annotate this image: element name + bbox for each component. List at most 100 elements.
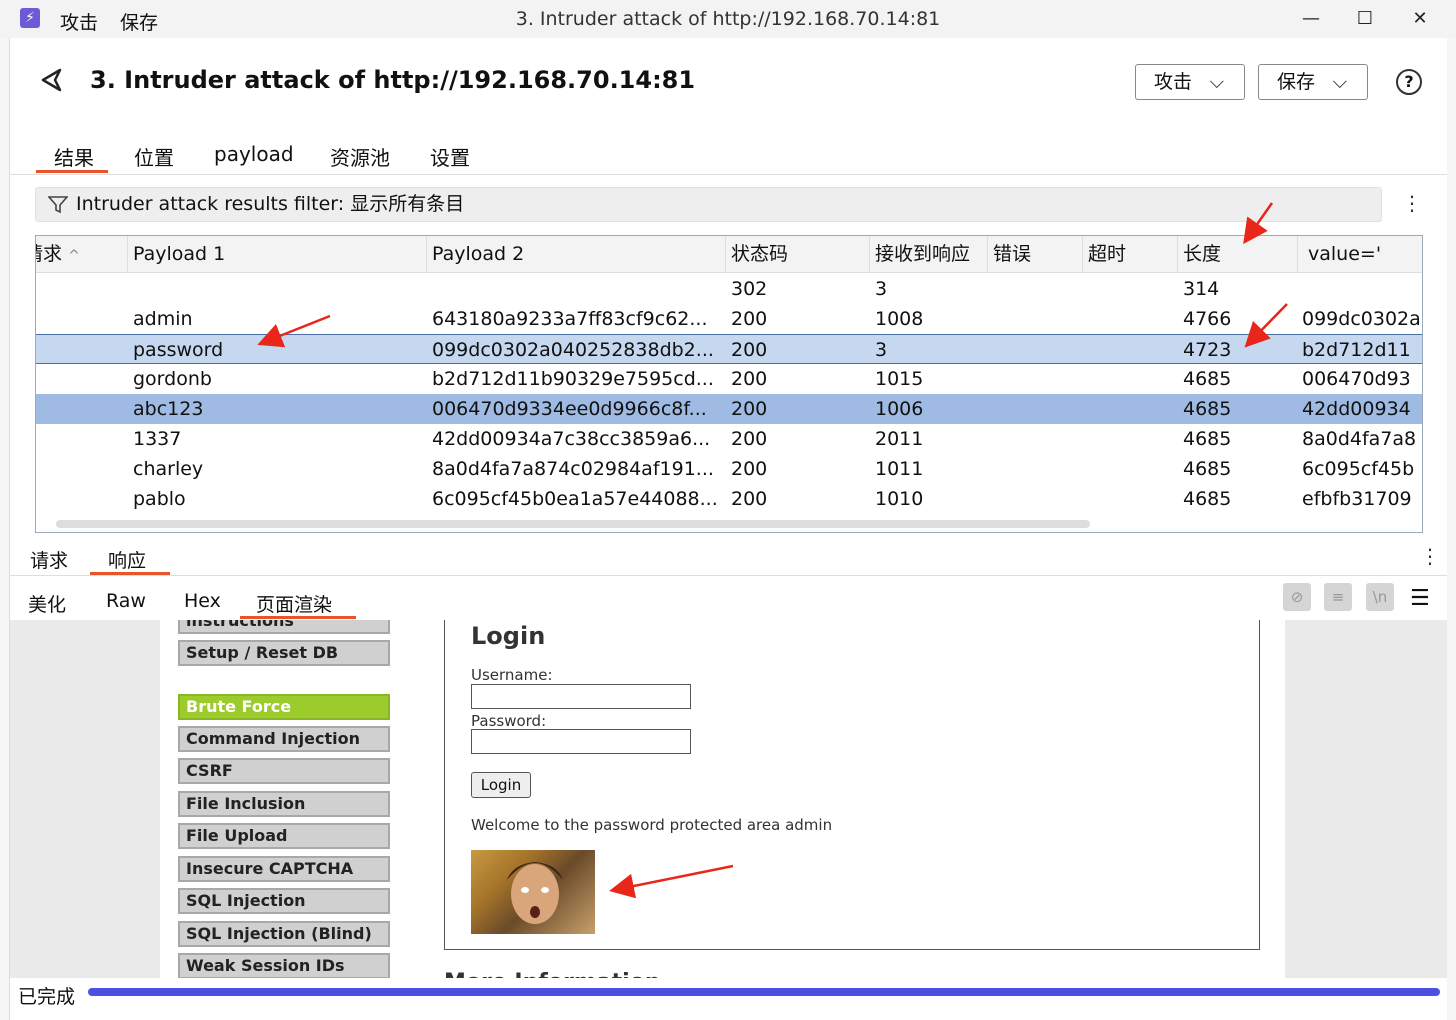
column-header-value[interactable]: value=' — [1298, 236, 1422, 273]
table-row[interactable]: gordonb b2d712d11b90329e7595cd... 200 1015 4… — [36, 364, 1422, 394]
column-header-payload2[interactable]: Payload 2 — [427, 236, 726, 273]
table-cell-p1: abc123 — [133, 398, 204, 420]
tab-response[interactable]: 响应 — [108, 546, 146, 573]
table-cell-recv: 3 — [875, 278, 888, 300]
table-row[interactable]: 302 3 314 — [36, 274, 1422, 304]
chevron-down-icon: ⌵ — [1332, 71, 1347, 93]
tab-hex[interactable]: Hex — [184, 590, 221, 612]
column-header-length[interactable]: 长度 — [1178, 236, 1298, 273]
filter-text: Intruder attack results filter: 显示所有条目 — [76, 193, 465, 215]
results-filter-bar[interactable]: Intruder attack results filter: 显示所有条目 — [35, 187, 1382, 222]
column-header-timeout[interactable]: 超时 — [1083, 236, 1178, 273]
response-more-icon[interactable]: ⋮ — [1420, 546, 1440, 566]
wrap-icon[interactable]: ≡ — [1324, 583, 1352, 611]
tab-results[interactable]: 结果 — [54, 142, 94, 171]
tab-payload[interactable]: payload — [214, 142, 294, 166]
dvwa-menu-item[interactable]: File Inclusion — [178, 791, 390, 817]
welcome-image — [471, 850, 595, 934]
table-cell-recv: 1015 — [875, 368, 924, 390]
table-cell-status: 200 — [731, 458, 768, 480]
table-cell-p1: pablo — [133, 488, 186, 510]
save-dropdown-label: 保存 — [1277, 71, 1316, 93]
dvwa-menu-item[interactable]: Weak Session IDs — [178, 953, 390, 978]
table-cell-len: 4685 — [1183, 458, 1232, 480]
window-title: 3. Intruder attack of http://192.168.70.… — [515, 8, 941, 30]
table-cell-p2: 8a0d4fa7a874c02984af191... — [432, 458, 714, 480]
tab-request[interactable]: 请求 — [30, 546, 68, 573]
menu-icon[interactable]: ☰ — [1410, 586, 1430, 611]
table-row[interactable]: charley 8a0d4fa7a874c02984af191... 200 1011… — [36, 454, 1422, 484]
chevron-down-icon: ⌵ — [1209, 71, 1224, 93]
dvwa-menu-item[interactable]: SQL Injection (Blind) — [178, 921, 390, 947]
render-tabs: 美化 Raw Hex 页面渲染 — [10, 578, 1447, 620]
table-cell-len: 4685 — [1183, 368, 1232, 390]
column-header-request-label: 请求 — [36, 243, 63, 265]
message-subtabs: 请求 响应 ⋮ — [10, 536, 1447, 576]
newline-icon[interactable]: \n — [1366, 583, 1394, 611]
table-row[interactable]: 1337 42dd00934a7c38cc3859a6... 200 2011 4685… — [36, 424, 1422, 454]
username-label: Username: — [471, 666, 553, 684]
dvwa-menu-item[interactable]: Command Injection — [178, 726, 390, 752]
column-header-status[interactable]: 状态码 — [726, 236, 870, 273]
table-cell-len: 314 — [1183, 278, 1220, 300]
window-titlebar: ⚡ 攻击 保存 3. Intruder attack of http://192… — [0, 0, 1456, 38]
table-cell-len: 4723 — [1183, 339, 1232, 361]
table-row[interactable]: admin 643180a9233a7ff83cf9c62... 200 1008 47… — [36, 304, 1422, 334]
table-cell-p1: gordonb — [133, 368, 212, 390]
table-cell-status: 200 — [731, 308, 768, 330]
dvwa-menu-item[interactable]: CSRF — [178, 758, 390, 784]
table-cell-recv: 1010 — [875, 488, 924, 510]
dvwa-menu-item[interactable]: File Upload — [178, 823, 390, 849]
maximize-button[interactable]: ☐ — [1350, 6, 1380, 32]
background-window-edge — [0, 38, 10, 1020]
dvwa-menu-item[interactable]: Setup / Reset DB — [178, 640, 390, 666]
dvwa-menu-item[interactable]: instructions — [178, 620, 390, 634]
tab-render[interactable]: 页面渲染 — [256, 590, 332, 617]
table-cell-p1 — [133, 274, 423, 304]
table-cell-val: 006470d93 — [1302, 368, 1411, 390]
attack-dropdown-button[interactable]: 攻击 ⌵ — [1135, 64, 1245, 100]
table-cell-p2: b2d712d11b90329e7595cd... — [432, 368, 714, 390]
table-cell-recv: 1006 — [875, 398, 924, 420]
horizontal-scrollbar[interactable] — [56, 520, 1090, 528]
active-tab-indicator — [36, 170, 108, 173]
attack-tabs: 结果 位置 payload 资源池 设置 — [10, 142, 610, 172]
help-icon[interactable]: ? — [1396, 69, 1422, 95]
column-header-request[interactable]: 请求 ^ — [36, 236, 128, 273]
table-cell-len: 4685 — [1183, 398, 1232, 420]
dvwa-menu-item[interactable]: Brute Force — [178, 694, 390, 720]
column-header-received[interactable]: 接收到响应 — [870, 236, 988, 273]
save-dropdown-button[interactable]: 保存 ⌵ — [1258, 64, 1368, 100]
table-row[interactable]: password 099dc0302a040252838db2... 200 3 472… — [36, 334, 1422, 364]
table-cell-val: 099dc0302a — [1302, 308, 1421, 330]
table-cell-status: 302 — [731, 278, 768, 300]
column-header-error[interactable]: 错误 — [988, 236, 1083, 273]
tab-pretty[interactable]: 美化 — [28, 590, 66, 617]
table-cell-status: 200 — [731, 398, 768, 420]
minimize-button[interactable]: — — [1296, 6, 1326, 32]
close-button[interactable]: ✕ — [1405, 6, 1435, 32]
tab-resource-pool[interactable]: 资源池 — [330, 142, 390, 171]
table-cell-recv: 1008 — [875, 308, 924, 330]
filter-more-icon[interactable]: ⋮ — [1402, 193, 1422, 213]
table-cell-p2: 643180a9233a7ff83cf9c62... — [432, 308, 708, 330]
dvwa-menu-item[interactable]: Insecure CAPTCHA — [178, 856, 390, 882]
tab-raw[interactable]: Raw — [106, 590, 146, 612]
table-row[interactable]: abc123 006470d9334ee0d9966c8f... 200 1006 46… — [36, 394, 1422, 424]
tab-positions[interactable]: 位置 — [134, 142, 174, 171]
dvwa-menu-item[interactable]: SQL Injection — [178, 888, 390, 914]
login-button[interactable]: Login — [471, 772, 531, 798]
table-cell-p2: 006470d9334ee0d9966c8f... — [432, 398, 707, 420]
tab-settings[interactable]: 设置 — [430, 142, 470, 171]
table-cell-val — [1302, 274, 1422, 304]
table-cell-len: 4685 — [1183, 428, 1232, 450]
table-row[interactable]: pablo 6c095cf45b0ea1a57e44088... 200 1010 46… — [36, 484, 1422, 514]
table-cell-recv: 2011 — [875, 428, 924, 450]
username-input[interactable] — [471, 684, 691, 709]
eye-off-icon[interactable]: ⊘ — [1283, 583, 1311, 611]
password-input[interactable] — [471, 729, 691, 754]
table-cell-p1: charley — [133, 458, 204, 480]
column-header-payload1[interactable]: Payload 1 — [128, 236, 427, 273]
table-cell-p1: admin — [133, 308, 193, 330]
table-cell-p2: 42dd00934a7c38cc3859a6... — [432, 428, 711, 450]
